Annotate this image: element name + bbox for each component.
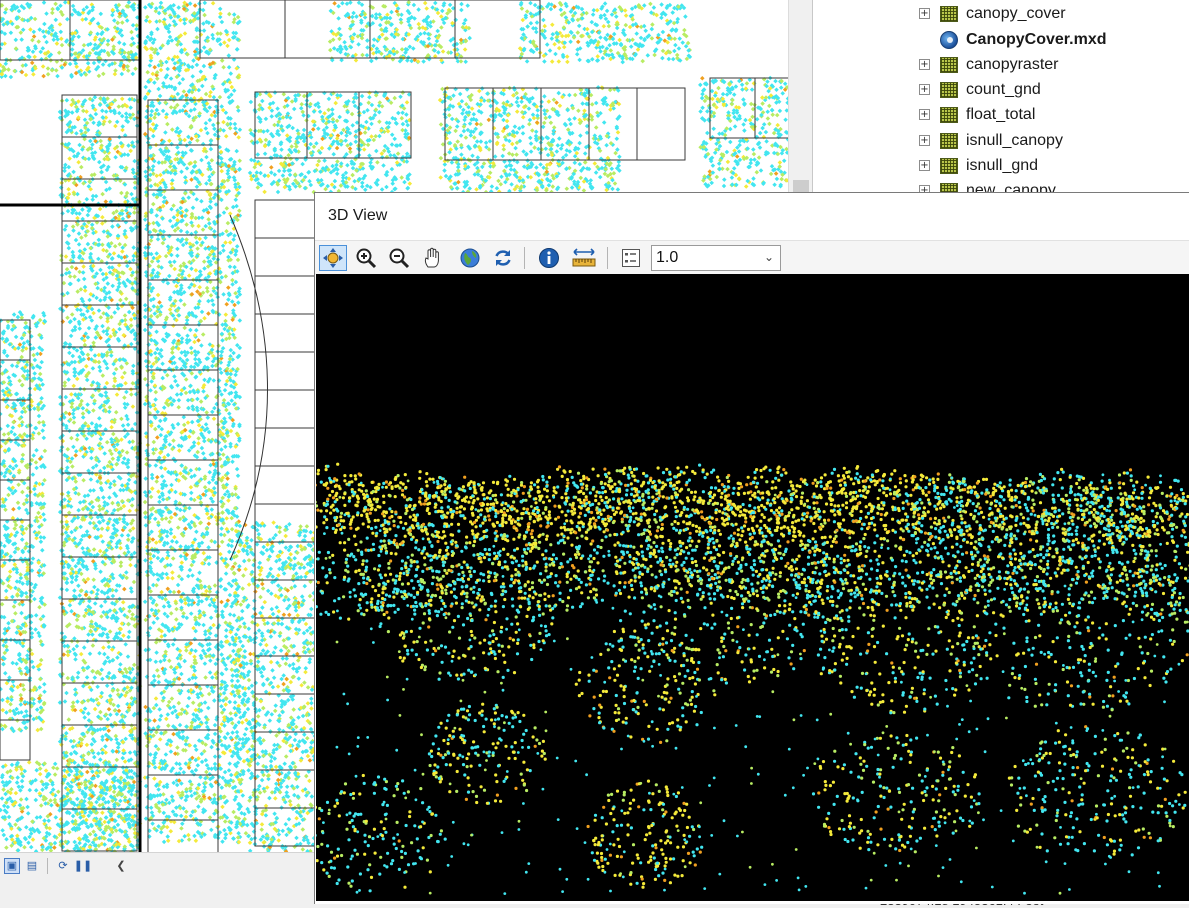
tree-item-isnull-canopy[interactable]: + isnull_canopy	[919, 128, 1063, 153]
tree-item-label: canopyraster	[966, 56, 1059, 74]
full-extent-globe-icon	[459, 247, 481, 269]
tree-item-label: isnull_canopy	[966, 132, 1063, 150]
expand-icon[interactable]: +	[919, 160, 930, 171]
raster-icon	[940, 183, 958, 193]
map-document-icon	[940, 31, 958, 49]
tree-item-label: isnull_gnd	[966, 157, 1038, 175]
tree-item-new-canopy[interactable]: + new_canopy	[919, 178, 1056, 192]
tree-item-canopy-cover[interactable]: + canopy_cover	[919, 1, 1066, 26]
pan-button[interactable]	[419, 245, 447, 271]
map-statusbar: ▣ ▤ ⟳ ❚❚ ❮	[0, 852, 316, 878]
identify-button[interactable]	[535, 245, 563, 271]
raster-icon	[940, 107, 958, 123]
navigate-icon	[322, 247, 344, 269]
separator	[47, 858, 48, 874]
point-cloud-points	[316, 463, 1189, 895]
window-title: 3D View	[328, 207, 387, 225]
pause-icon[interactable]: ❚❚	[75, 858, 91, 874]
tree-item-label: count_gnd	[966, 81, 1041, 99]
zoom-in-button[interactable]	[352, 245, 380, 271]
raster-icon	[940, 82, 958, 98]
tree-item-label: CanopyCover.mxd	[966, 31, 1106, 49]
toolbar-separator	[524, 247, 525, 269]
tree-item-label: canopy_cover	[966, 5, 1066, 23]
tree-item-label: float_total	[966, 106, 1035, 124]
tree-item-isnull-gnd[interactable]: + isnull_gnd	[919, 153, 1038, 178]
toolbar-separator	[607, 247, 608, 269]
catalog-tree[interactable]: + canopy_cover CanopyCover.mxd + canopyr…	[812, 0, 1189, 192]
zoom-scale-select[interactable]: 1.0 ⌄	[651, 245, 781, 271]
legend-button[interactable]	[617, 245, 645, 271]
full-extent-button[interactable]	[456, 245, 484, 271]
legend-icon	[621, 247, 641, 269]
identify-info-icon	[538, 247, 560, 269]
lidar-point-cloud	[316, 274, 1189, 901]
chevron-down-icon[interactable]: ⌄	[764, 250, 774, 264]
measure-button[interactable]	[570, 245, 598, 271]
raster-icon	[940, 6, 958, 22]
expand-icon[interactable]: +	[919, 59, 930, 70]
tree-item-label: new_canopy	[966, 182, 1056, 193]
layout-view-icon[interactable]: ▣	[4, 858, 20, 874]
3d-view-toolbar: 1.0 ⌄	[315, 240, 1189, 275]
raster-icon	[940, 133, 958, 149]
zoom-out-button[interactable]	[385, 245, 413, 271]
refresh-icon[interactable]: ⟳	[55, 858, 71, 874]
expand-icon[interactable]: +	[919, 84, 930, 95]
tree-item-canopycover-mxd[interactable]: CanopyCover.mxd	[919, 27, 1106, 52]
zoom-in-icon	[355, 247, 377, 269]
3d-point-cloud-canvas[interactable]	[316, 274, 1189, 901]
expand-icon[interactable]: +	[919, 109, 930, 120]
raster-icon	[940, 158, 958, 174]
scroll-left-icon[interactable]: ❮	[113, 858, 129, 874]
expand-icon[interactable]: +	[919, 8, 930, 19]
zoom-out-icon	[388, 247, 410, 269]
scrollbar-thumb[interactable]	[793, 180, 809, 192]
data-view-icon[interactable]: ▤	[24, 858, 40, 874]
measure-icon	[571, 247, 597, 269]
refresh-icon	[492, 247, 514, 269]
expand-icon[interactable]: +	[919, 135, 930, 146]
zoom-scale-value: 1.0	[656, 249, 678, 266]
raster-icon	[940, 57, 958, 73]
tree-item-canopyraster[interactable]: + canopyraster	[919, 52, 1059, 77]
navigate-tool-button[interactable]	[319, 245, 347, 271]
refresh-button[interactable]	[489, 245, 517, 271]
expand-icon[interactable]: +	[919, 185, 930, 192]
road-centerlines	[0, 0, 268, 852]
3d-view-window[interactable]: 3D View	[314, 192, 1189, 904]
pan-hand-icon	[422, 247, 444, 269]
tree-item-float-total[interactable]: + float_total	[919, 102, 1035, 127]
tree-item-count-gnd[interactable]: + count_gnd	[919, 77, 1041, 102]
